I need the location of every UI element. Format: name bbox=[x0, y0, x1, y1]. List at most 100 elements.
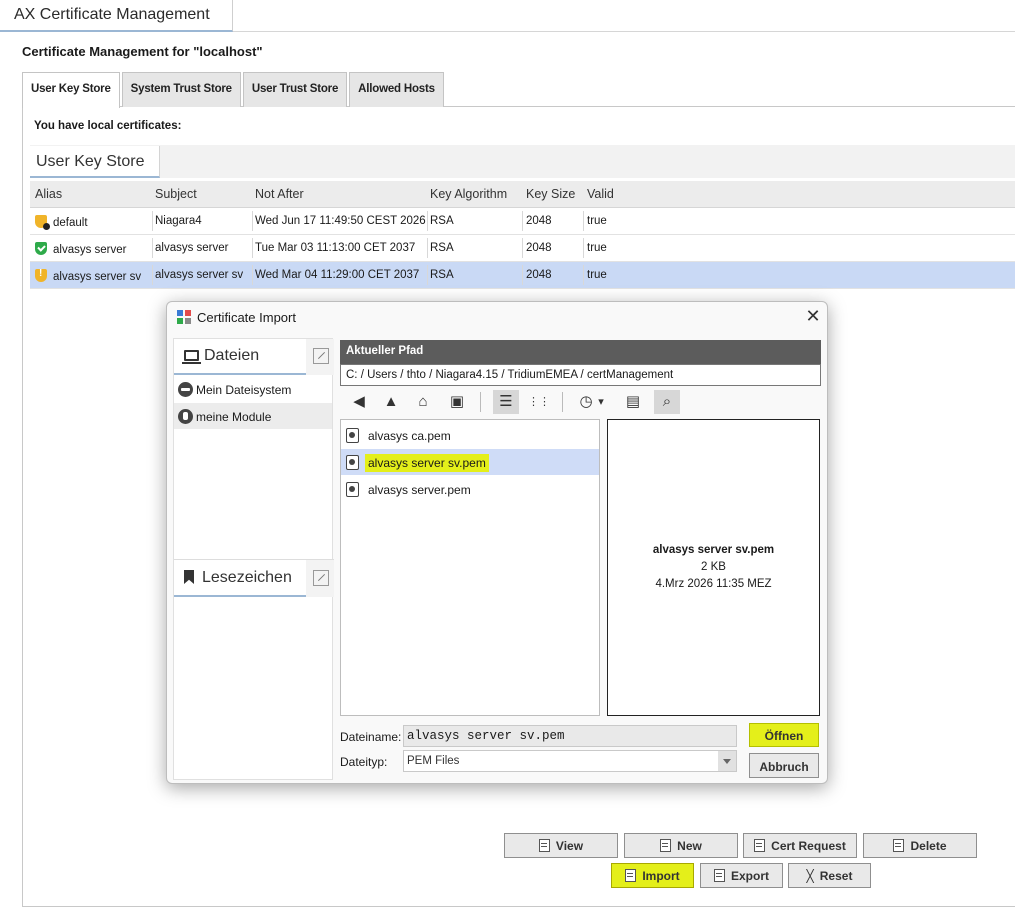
certificate-file-icon bbox=[346, 455, 359, 470]
cell-key-algorithm: RSA bbox=[430, 215, 454, 227]
tab-user-key-store[interactable]: User Key Store bbox=[22, 72, 120, 108]
cancel-button[interactable]: Abbruch bbox=[749, 753, 819, 778]
preview-file-date: 4.Mrz 2026 11:35 MEZ bbox=[655, 578, 772, 590]
bookmarks-tab[interactable]: Lesezeichen bbox=[174, 560, 306, 597]
cell-not-after: Wed Jun 17 11:49:50 CEST 2026 bbox=[255, 215, 426, 227]
save-icon[interactable]: ▤ bbox=[620, 390, 646, 414]
import-label: Import bbox=[642, 869, 680, 883]
file-sidebar: Dateien Mein Dateisystem meine Module Le… bbox=[173, 338, 334, 780]
alias-text: default bbox=[53, 217, 88, 229]
bookmarks-header: Lesezeichen bbox=[174, 559, 334, 597]
column-header-key-algorithm[interactable]: Key Algorithm bbox=[430, 181, 524, 207]
alias-text: alvasys server sv bbox=[53, 271, 142, 283]
new-button[interactable]: New bbox=[624, 833, 738, 858]
file-preview: alvasys server sv.pem 2 KB 4.Mrz 2026 11… bbox=[607, 419, 820, 716]
open-button[interactable]: Öffnen bbox=[749, 723, 819, 747]
new-label: New bbox=[677, 839, 702, 853]
cert-request-icon bbox=[754, 839, 766, 852]
computer-icon bbox=[182, 350, 201, 364]
column-header-not-after[interactable]: Not After bbox=[255, 181, 429, 207]
filetype-select[interactable]: PEM Files bbox=[403, 750, 737, 772]
shield-exclamation-icon bbox=[35, 268, 47, 282]
delete-document-icon bbox=[893, 839, 905, 852]
tab-user-trust-store[interactable]: User Trust Store bbox=[242, 72, 348, 107]
store-tabs: User Key Store System Trust Store User T… bbox=[22, 72, 446, 108]
filetype-value: PEM Files bbox=[407, 755, 460, 767]
bookmark-icon bbox=[184, 570, 194, 584]
title-divider bbox=[233, 31, 1015, 32]
cert-request-button[interactable]: Cert Request bbox=[743, 833, 857, 858]
cell-key-algorithm: RSA bbox=[430, 269, 454, 281]
history-dropdown-icon[interactable]: ▾ bbox=[594, 390, 608, 414]
certificate-file-icon bbox=[346, 428, 359, 443]
reset-icon: ╳ bbox=[806, 869, 814, 883]
delete-button[interactable]: Delete bbox=[863, 833, 977, 858]
app-title-tab[interactable]: AX Certificate Management bbox=[0, 0, 233, 32]
new-document-icon bbox=[660, 839, 672, 852]
export-icon bbox=[713, 869, 725, 882]
cell-subject: Niagara4 bbox=[155, 215, 202, 227]
dialog-title: Certificate Import bbox=[197, 310, 296, 325]
management-title: Certificate Management for "localhost" bbox=[22, 44, 263, 59]
files-tab[interactable]: Dateien bbox=[174, 339, 306, 375]
toolbar-separator bbox=[480, 392, 481, 412]
table-row[interactable]: alvasys server alvasys server Tue Mar 03… bbox=[30, 235, 1015, 262]
files-header: Dateien bbox=[174, 339, 334, 375]
tab-allowed-hosts[interactable]: Allowed Hosts bbox=[349, 72, 444, 107]
folder-up-icon[interactable]: ▲ bbox=[378, 390, 404, 414]
list-item[interactable]: alvasys server.pem bbox=[341, 476, 599, 502]
cell-alias: alvasys server sv bbox=[35, 262, 153, 288]
path-header: Aktueller Pfad bbox=[340, 340, 821, 364]
sidebar-item-filesystem[interactable]: Mein Dateisystem bbox=[174, 376, 332, 402]
filename-label: Dateiname: bbox=[340, 730, 402, 744]
filename-field[interactable]: alvasys server sv.pem bbox=[403, 725, 737, 747]
details-view-icon[interactable]: ⋮⋮ bbox=[526, 390, 552, 414]
column-header-key-size[interactable]: Key Size bbox=[526, 181, 586, 207]
list-item-selected[interactable]: alvasys server sv.pem bbox=[341, 449, 599, 475]
view-button[interactable]: View bbox=[504, 833, 618, 858]
preview-icon[interactable]: ⌕ bbox=[654, 390, 680, 414]
file-name: alvasys server.pem bbox=[368, 483, 471, 497]
import-button[interactable]: Import bbox=[611, 863, 694, 888]
table-header: Alias Subject Not After Key Algorithm Ke… bbox=[30, 181, 1015, 208]
store-title: User Key Store bbox=[30, 146, 160, 178]
cell-not-after: Wed Mar 04 11:29:00 CET 2037 bbox=[255, 269, 420, 281]
cell-subject: alvasys server bbox=[155, 242, 229, 254]
current-path[interactable]: C: / Users / thto / Niagara4.15 / Tridiu… bbox=[340, 364, 821, 386]
list-view-icon[interactable]: ☰ bbox=[493, 390, 519, 414]
view-label: View bbox=[555, 839, 584, 853]
store-header-band bbox=[30, 145, 1015, 178]
chevron-down-icon[interactable] bbox=[718, 751, 736, 771]
table-row-selected[interactable]: alvasys server sv alvasys server sv Wed … bbox=[30, 262, 1015, 289]
file-list: alvasys ca.pem alvasys server sv.pem alv… bbox=[340, 419, 600, 716]
export-button[interactable]: Export bbox=[700, 863, 783, 888]
certificate-file-icon bbox=[346, 482, 359, 497]
column-header-alias[interactable]: Alias bbox=[35, 181, 153, 207]
expand-icon[interactable] bbox=[313, 348, 329, 364]
column-header-valid[interactable]: Valid bbox=[587, 181, 647, 207]
shield-warning-icon bbox=[35, 215, 50, 230]
home-icon[interactable]: ⌂ bbox=[410, 390, 436, 414]
alias-text: alvasys server bbox=[53, 244, 127, 256]
sidebar-item-modules[interactable]: meine Module bbox=[174, 403, 332, 429]
module-icon bbox=[178, 409, 193, 424]
list-item[interactable]: alvasys ca.pem bbox=[341, 422, 599, 448]
back-icon[interactable]: ◀ bbox=[346, 390, 372, 414]
cell-valid: true bbox=[587, 242, 607, 254]
file-name: alvasys ca.pem bbox=[368, 429, 451, 443]
column-header-subject[interactable]: Subject bbox=[155, 181, 253, 207]
tab-system-trust-store[interactable]: System Trust Store bbox=[121, 72, 241, 107]
preview-file-size: 2 KB bbox=[701, 561, 726, 573]
document-icon bbox=[538, 839, 550, 852]
table-row[interactable]: default Niagara4 Wed Jun 17 11:49:50 CES… bbox=[30, 208, 1015, 235]
reset-button[interactable]: ╳ Reset bbox=[788, 863, 871, 888]
shield-check-icon bbox=[35, 242, 47, 255]
import-icon bbox=[625, 869, 637, 882]
cell-key-size: 2048 bbox=[526, 269, 552, 281]
close-icon[interactable]: ✕ bbox=[803, 306, 823, 327]
cell-valid: true bbox=[587, 215, 607, 227]
expand-icon[interactable] bbox=[313, 570, 329, 586]
sidebar-item-label: Mein Dateisystem bbox=[196, 383, 292, 397]
file-name: alvasys server sv.pem bbox=[365, 454, 489, 472]
new-folder-icon[interactable]: ▣ bbox=[444, 390, 470, 414]
